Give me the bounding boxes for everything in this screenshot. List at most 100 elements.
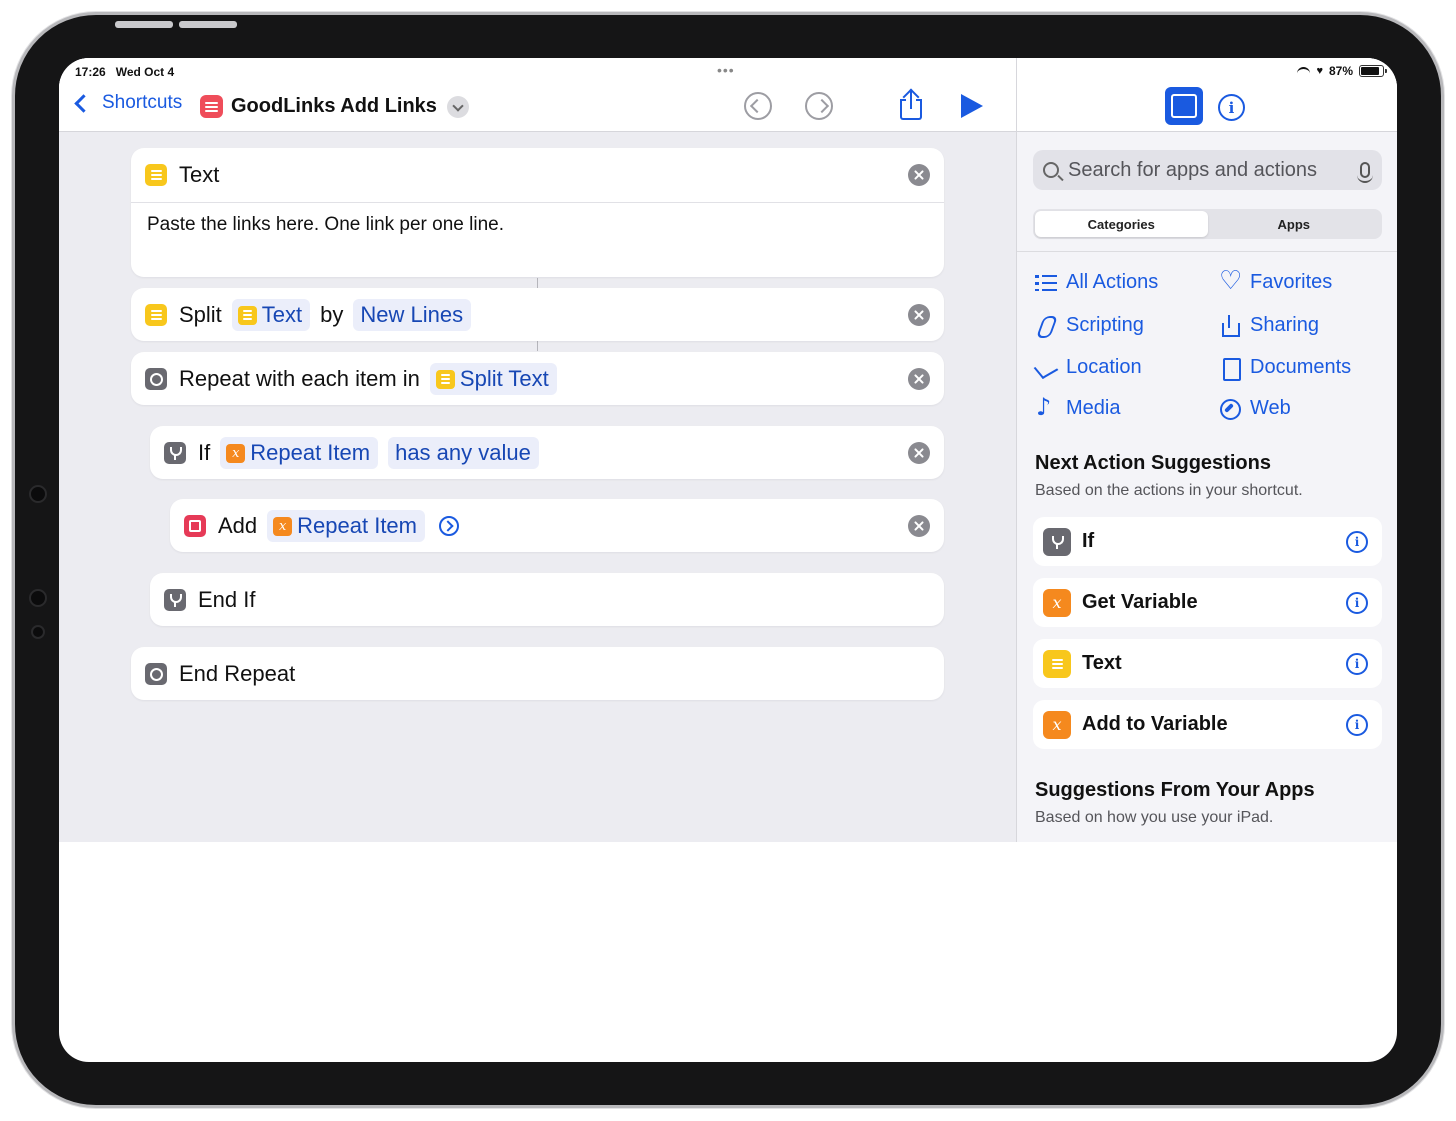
remove-action-button[interactable] — [908, 442, 930, 464]
suggestion-label: Get Variable — [1082, 591, 1198, 613]
volume-button — [179, 21, 237, 28]
next-suggestions-title: Next Action Suggestions — [1035, 452, 1271, 474]
suggestion-text[interactable]: Text i — [1033, 639, 1382, 688]
action-split[interactable]: Split Text by New Lines — [131, 288, 944, 341]
category-media[interactable]: Media — [1035, 393, 1120, 421]
category-scripting[interactable]: Scripting — [1035, 314, 1144, 337]
battery-icon — [1359, 65, 1387, 77]
category-documents[interactable]: Documents — [1219, 356, 1351, 381]
back-button[interactable]: Shortcuts — [71, 92, 182, 114]
share-button[interactable] — [898, 88, 924, 121]
variable-token-split-text[interactable]: Split Text — [429, 363, 557, 395]
variable-token-repeat-item[interactable]: x Repeat Item — [267, 510, 425, 542]
separator-parameter[interactable]: New Lines — [353, 299, 472, 331]
app-suggestions-subtitle: Based on how you use your iPad. — [1035, 809, 1274, 826]
status-indicators: ♥ 87% — [1297, 64, 1387, 78]
remove-action-button[interactable] — [908, 164, 930, 186]
variable-icon: x — [1043, 710, 1071, 739]
search-icon — [1043, 162, 1059, 178]
repeat-icon — [145, 368, 167, 390]
suggestion-label: If — [1082, 530, 1095, 552]
battery-percent: 87% — [1328, 64, 1353, 78]
actions-sidebar: ♥ 87% i Search for apps and actions Cate… — [1016, 58, 1397, 842]
if-icon — [164, 442, 186, 464]
action-text[interactable]: Text Paste the links here. One link per … — [131, 148, 944, 277]
sensor-icon — [31, 625, 45, 639]
action-end-if[interactable]: End If — [150, 573, 944, 626]
back-label: Shortcuts — [102, 92, 183, 113]
action-if[interactable]: If x Repeat Item has any value — [150, 426, 944, 479]
suggestion-label: Text — [1082, 652, 1122, 674]
action-label: If — [198, 440, 211, 465]
remove-action-button[interactable] — [908, 515, 930, 537]
sidebar-header: ♥ 87% i — [1017, 58, 1397, 132]
text-input[interactable]: Paste the links here. One link per one l… — [147, 214, 504, 236]
list-icon — [1035, 272, 1057, 294]
remove-action-button[interactable] — [908, 304, 930, 326]
action-end-repeat[interactable]: End Repeat — [131, 647, 944, 700]
category-favorites[interactable]: Favorites — [1219, 266, 1332, 296]
suggestion-if[interactable]: If i — [1033, 517, 1382, 566]
variable-token-repeat-item[interactable]: x Repeat Item — [220, 437, 379, 469]
document-icon — [1219, 357, 1241, 381]
text-icon — [435, 369, 455, 389]
action-repeat[interactable]: Repeat with each item in Split Text — [131, 352, 944, 405]
action-library-icon[interactable] — [1165, 87, 1203, 125]
variable-icon: x — [1043, 588, 1071, 617]
suggestion-add-to-variable[interactable]: x Add to Variable i — [1033, 700, 1382, 749]
if-icon — [164, 589, 186, 611]
category-all-actions[interactable]: All Actions — [1035, 271, 1158, 294]
multitasking-dots[interactable]: ••• — [717, 62, 735, 78]
action-add[interactable]: Add x Repeat Item — [170, 499, 944, 552]
chevron-left-icon — [74, 93, 93, 113]
info-icon[interactable]: i — [1346, 652, 1368, 675]
redo-button[interactable] — [805, 92, 833, 120]
info-icon[interactable]: i — [1346, 530, 1368, 553]
next-suggestions-subtitle: Based on the actions in your shortcut. — [1035, 482, 1303, 499]
remove-action-button[interactable] — [908, 368, 930, 390]
suggestion-get-variable[interactable]: x Get Variable i — [1033, 578, 1382, 627]
info-icon[interactable]: i — [1346, 713, 1368, 736]
info-icon[interactable]: i — [1346, 591, 1368, 614]
wifi-icon — [1297, 66, 1311, 76]
app-suggestions-title: Suggestions From Your Apps — [1035, 779, 1315, 801]
divider — [131, 202, 944, 203]
screen: 17:26 Wed Oct 4 ••• Shortcuts GoodLinks … — [59, 58, 1397, 1062]
text-icon — [237, 305, 257, 325]
segmented-control: Categories Apps — [1033, 209, 1382, 239]
status-time: 17:26 Wed Oct 4 — [75, 65, 175, 79]
share-icon — [1219, 314, 1241, 337]
category-sharing[interactable]: Sharing — [1219, 314, 1319, 337]
variable-icon: x — [226, 443, 246, 463]
scripting-icon — [1035, 315, 1057, 337]
category-location[interactable]: Location — [1035, 356, 1142, 379]
action-label: Add — [218, 513, 258, 538]
microphone-icon[interactable] — [1357, 162, 1373, 183]
repeat-icon — [145, 663, 167, 685]
undo-button[interactable] — [744, 92, 772, 120]
expand-chevron-icon[interactable] — [439, 516, 459, 536]
text-icon — [1043, 649, 1071, 678]
divider — [1017, 251, 1397, 252]
suggestion-label: Add to Variable — [1082, 713, 1228, 735]
search-field[interactable]: Search for apps and actions — [1033, 150, 1382, 190]
condition-parameter[interactable]: has any value — [388, 437, 539, 469]
segment-categories[interactable]: Categories — [1035, 211, 1208, 237]
top-toolbar: 17:26 Wed Oct 4 ••• Shortcuts GoodLinks … — [59, 58, 1016, 132]
category-web[interactable]: Web — [1219, 397, 1291, 420]
action-label-by: by — [320, 302, 344, 327]
variable-token-text[interactable]: Text — [231, 299, 311, 331]
shortcut-icon — [200, 95, 223, 118]
compass-icon — [1219, 398, 1241, 420]
segment-apps[interactable]: Apps — [1208, 211, 1381, 237]
if-icon — [1043, 527, 1071, 556]
shortcut-title[interactable]: GoodLinks Add Links — [231, 95, 437, 118]
action-label: Text — [179, 162, 220, 187]
sensor-icon — [29, 589, 47, 607]
shortcut-details-info-icon[interactable]: i — [1218, 94, 1245, 121]
run-button[interactable] — [961, 94, 983, 118]
connector-line — [537, 341, 538, 351]
action-label: End Repeat — [179, 661, 296, 686]
title-menu-chevron-icon[interactable] — [447, 96, 469, 118]
search-placeholder: Search for apps and actions — [1068, 158, 1318, 181]
